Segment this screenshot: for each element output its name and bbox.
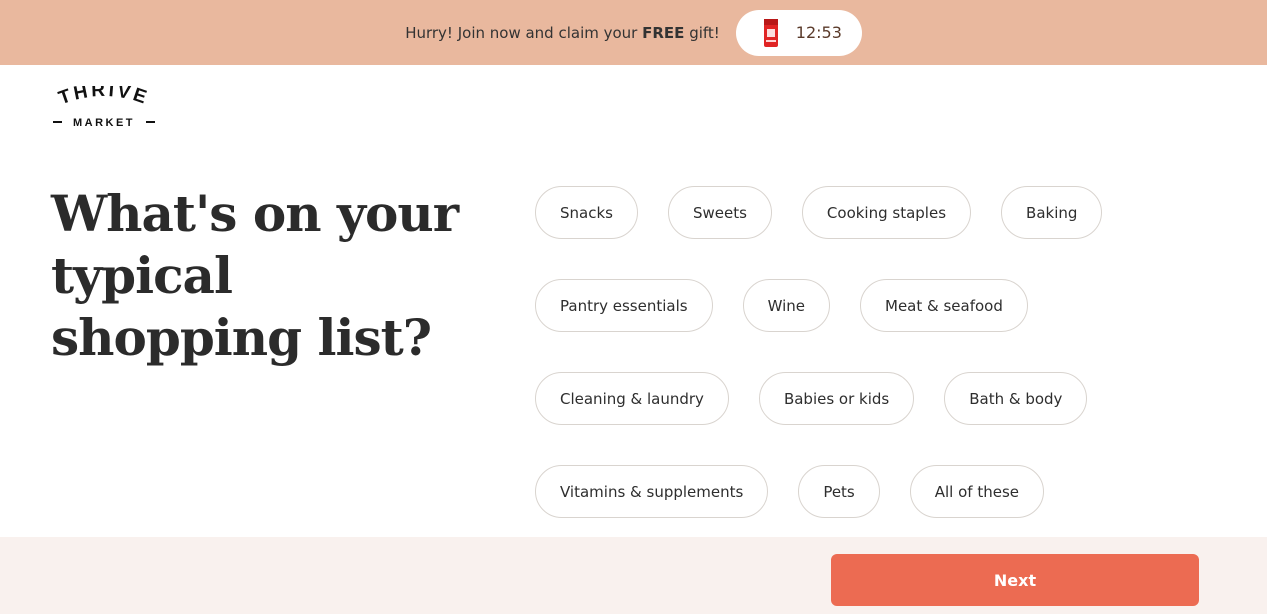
- options-row: Cleaning & laundry Babies or kids Bath & b…: [535, 372, 1235, 425]
- countdown-timer: 12:53: [735, 9, 862, 56]
- page-title: What's on your typical shopping list?: [51, 184, 459, 367]
- option-chip-snacks[interactable]: Snacks: [535, 186, 638, 239]
- options-row: Vitamins & supplements Pets All of these: [535, 465, 1235, 518]
- timer-value: 12:53: [795, 23, 842, 42]
- option-chip-vitamins-supplements[interactable]: Vitamins & supplements: [535, 465, 769, 518]
- promo-text: Hurry! Join now and claim your FREE gift…: [405, 23, 720, 42]
- promo-banner: Hurry! Join now and claim your FREE gift…: [0, 0, 1267, 65]
- options-grid: Snacks Sweets Cooking staples Baking Pantry …: [535, 186, 1235, 558]
- gift-box-icon: [762, 16, 780, 49]
- option-chip-baking[interactable]: Baking: [1001, 186, 1103, 239]
- option-chip-pets[interactable]: Pets: [798, 465, 880, 518]
- next-button[interactable]: Next: [831, 554, 1199, 606]
- thrive-market-logo[interactable]: THRIVE MARKET: [51, 80, 157, 130]
- option-chip-wine[interactable]: Wine: [742, 279, 830, 332]
- option-chip-sweets[interactable]: Sweets: [667, 186, 772, 239]
- option-chip-pantry-essentials[interactable]: Pantry essentials: [535, 279, 713, 332]
- options-row: Snacks Sweets Cooking staples Baking: [535, 186, 1235, 239]
- option-chip-cleaning-laundry[interactable]: Cleaning & laundry: [535, 372, 729, 425]
- options-row: Pantry essentials Wine Meat & seafood: [535, 279, 1235, 332]
- option-chip-meat-seafood[interactable]: Meat & seafood: [860, 279, 1028, 332]
- option-chip-bath-body[interactable]: Bath & body: [944, 372, 1088, 425]
- option-chip-cooking-staples[interactable]: Cooking staples: [801, 186, 972, 239]
- svg-text:MARKET: MARKET: [73, 117, 135, 129]
- option-chip-all-of-these[interactable]: All of these: [909, 465, 1045, 518]
- option-chip-babies-or-kids[interactable]: Babies or kids: [758, 372, 915, 425]
- svg-text:THRIVE: THRIVE: [56, 86, 152, 109]
